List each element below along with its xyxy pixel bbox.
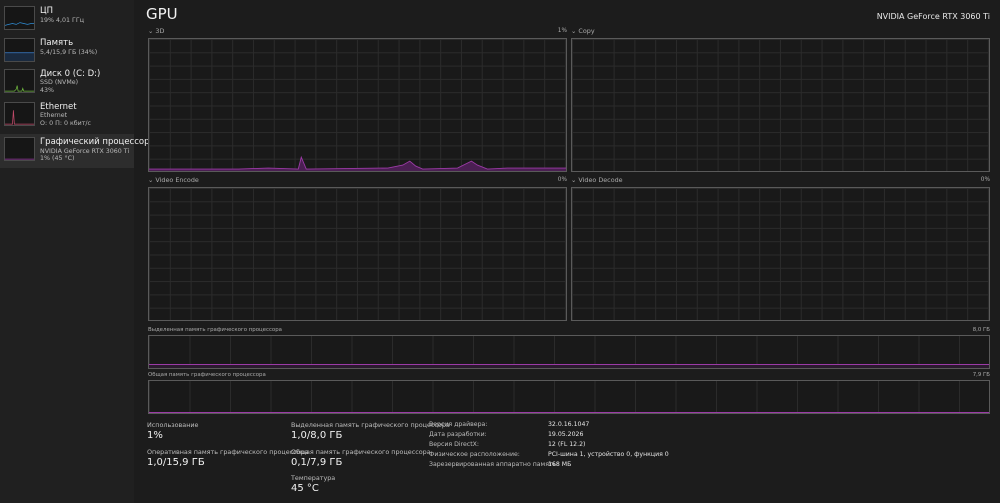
sidebar-item-detail: SSD (NVMe) — [40, 79, 79, 86]
graph-copy — [571, 38, 990, 172]
gpu-thumbnail-graph — [4, 137, 35, 161]
shared-memory-graph-label: Общая память графического процессора — [148, 372, 266, 378]
shared-memory-fill — [149, 412, 989, 413]
sidebar-item-memory[interactable]: Память 5,4/15,9 ГБ (34%) — [0, 35, 134, 69]
sidebar-item-detail: О: 0 П: 0 кбит/с — [40, 120, 91, 127]
graph-video-encode-label[interactable]: ⌄ Video Encode — [148, 176, 199, 184]
sidebar-item-detail: 19% 4,01 ГГц — [40, 17, 84, 24]
graph-video-encode-name: Video Encode — [155, 176, 199, 184]
temperature-value: 45 °C — [291, 483, 319, 494]
dedicated-memory-graph — [148, 335, 990, 369]
physical-location-label: Физическое расположение: — [429, 451, 520, 458]
graph-3d-name: 3D — [155, 27, 165, 35]
sidebar-item-detail: NVIDIA GeForce RTX 3060 Ti — [40, 148, 130, 155]
graph-3d-label[interactable]: ⌄ 3D — [148, 27, 164, 35]
dedicated-memory-graph-label: Выделенная память графического процессор… — [148, 327, 282, 333]
physical-location-value: PCI-шина 1, устройство 0, функция 0 — [548, 451, 669, 458]
dedicated-memory-value: 1,0/8,0 ГБ — [291, 430, 343, 441]
sidebar: ЦП 19% 4,01 ГГц Память 5,4/15,9 ГБ (34%)… — [0, 0, 150, 503]
graph-copy-label[interactable]: ⌄ Copy — [571, 27, 595, 35]
usage-label: Использование — [147, 421, 199, 429]
graph-video-decode — [571, 187, 990, 321]
sidebar-item-title: Диск 0 (C: D:) — [40, 69, 101, 79]
memory-thumbnail-graph — [4, 38, 35, 62]
sidebar-item-title: Память — [40, 38, 74, 48]
device-name: NVIDIA GeForce RTX 3060 Ti — [876, 12, 990, 21]
page-title: GPU — [146, 5, 178, 23]
gpu-ram-value: 1,0/15,9 ГБ — [147, 457, 205, 468]
driver-date-value: 19.05.2026 — [548, 431, 584, 438]
shared-memory-value: 0,1/7,9 ГБ — [291, 457, 343, 468]
cpu-thumbnail-graph — [4, 6, 35, 30]
shared-memory-graph — [148, 380, 990, 414]
graph-copy-name: Copy — [578, 27, 595, 35]
temperature-label: Температура — [291, 474, 336, 482]
graph-3d — [148, 38, 567, 172]
driver-version-value: 32.0.16.1047 — [548, 421, 590, 428]
sidebar-item-detail: 1% (45 °C) — [40, 155, 75, 162]
dedicated-memory-graph-max: 8,0 ГБ — [972, 327, 990, 333]
disk-thumbnail-graph — [4, 69, 35, 93]
sidebar-item-cpu[interactable]: ЦП 19% 4,01 ГГц — [0, 3, 134, 37]
graph-video-encode-percent: 0% — [557, 177, 567, 183]
sidebar-item-gpu[interactable]: Графический процессор NVIDIA GeForce RTX… — [0, 134, 150, 168]
dedicated-memory-label: Выделенная память графического процессор… — [291, 421, 450, 429]
sidebar-item-title: Графический процессор — [40, 137, 150, 147]
shared-memory-graph-max: 7,9 ГБ — [972, 372, 990, 378]
reserved-memory-value: 168 МБ — [548, 461, 572, 468]
sidebar-item-detail: Ethernet — [40, 112, 68, 119]
ethernet-thumbnail-graph — [4, 102, 35, 126]
sidebar-item-title: Ethernet — [40, 102, 77, 112]
sidebar-item-disk[interactable]: Диск 0 (C: D:) SSD (NVMe) 43% — [0, 66, 134, 100]
reserved-memory-label: Зарезервированная аппаратно память: — [429, 461, 559, 468]
graph-video-encode — [148, 187, 567, 321]
sidebar-item-title: ЦП — [40, 6, 53, 16]
graph-3d-percent: 1% — [557, 28, 567, 34]
driver-date-label: Дата разработки: — [429, 431, 487, 438]
dedicated-memory-fill — [149, 364, 989, 368]
graph-video-decode-percent: 0% — [980, 177, 990, 183]
shared-memory-label: Общая память графического процессора — [291, 448, 431, 456]
graph-3d-line — [149, 155, 566, 171]
graph-video-decode-label[interactable]: ⌄ Video Decode — [571, 176, 623, 184]
sidebar-item-ethernet[interactable]: Ethernet Ethernet О: 0 П: 0 кбит/с — [0, 99, 134, 133]
gpu-ram-label: Оперативная память графического процессо… — [147, 448, 309, 456]
directx-value: 12 (FL 12.2) — [548, 441, 586, 448]
directx-label: Версия DirectX: — [429, 441, 479, 448]
driver-version-label: Версия драйвера: — [429, 421, 488, 428]
graph-video-decode-name: Video Decode — [578, 176, 623, 184]
sidebar-item-detail: 5,4/15,9 ГБ (34%) — [40, 49, 98, 56]
sidebar-item-detail: 43% — [40, 87, 54, 94]
usage-value: 1% — [147, 430, 163, 441]
